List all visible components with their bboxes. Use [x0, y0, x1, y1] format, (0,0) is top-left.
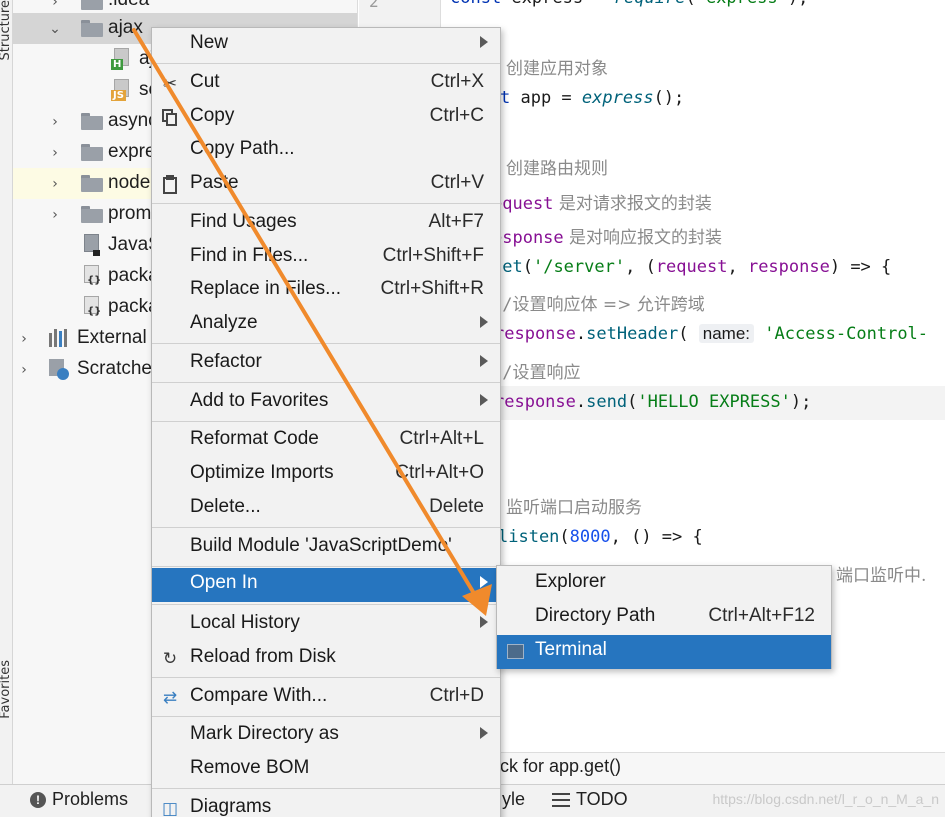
menu-item-open-in[interactable]: Open In [152, 568, 500, 602]
folder-icon [81, 113, 103, 130]
menu-item-new[interactable]: New [152, 28, 500, 62]
chevron-right-icon[interactable]: › [47, 145, 63, 161]
chevron-right-icon[interactable]: › [47, 0, 63, 10]
tree-item-label: prom [108, 203, 152, 224]
code-comment: 创建应用对象 [506, 59, 608, 79]
tool-button-label: yle [502, 789, 526, 809]
chevron-right-icon[interactable]: › [16, 331, 32, 347]
chevron-right-icon[interactable]: › [47, 207, 63, 223]
menu-item-compare-with[interactable]: ⇄ Compare With... Ctrl+D [152, 681, 500, 715]
submenu-arrow-icon [480, 355, 488, 367]
folder-icon [81, 20, 103, 37]
todo-tool-button[interactable]: TODO [552, 789, 628, 810]
problems-tool-button[interactable]: ! Problems [30, 789, 128, 810]
problems-label: Problems [52, 789, 129, 809]
scratches-icon [49, 359, 71, 381]
menu-item-copy[interactable]: Copy Ctrl+C [152, 101, 500, 135]
submenu-arrow-icon [480, 394, 488, 406]
favorites-tool-tab[interactable]: Favorites [0, 660, 13, 719]
folder-icon [81, 144, 103, 161]
chevron-right-icon[interactable]: › [47, 114, 63, 130]
submenu-item-directory-path[interactable]: Directory Path Ctrl+Alt+F12 [497, 601, 831, 635]
menu-item-copy-path[interactable]: Copy Path... [152, 134, 500, 168]
scissors-icon: ✂ [162, 74, 178, 94]
structure-tool-tab[interactable]: Structure [0, 0, 13, 60]
editor-breadcrumb[interactable]: ck for app.get() [442, 752, 945, 784]
copy-icon [160, 108, 180, 128]
tree-item-label: expre [108, 141, 156, 162]
js-file-icon: JS [111, 79, 131, 101]
folder-icon [81, 175, 103, 192]
menu-item-reformat-code[interactable]: Reformat Code Ctrl+Alt+L [152, 424, 500, 458]
compare-arrows-icon: ⇄ [162, 688, 178, 708]
code-line: listen(8000, () => { [498, 527, 703, 547]
menu-item-optimize-imports[interactable]: Optimize Imports Ctrl+Alt+O [152, 458, 500, 492]
menu-item-paste[interactable]: Paste Ctrl+V [152, 168, 500, 202]
folder-icon [81, 0, 103, 10]
chevron-down-icon[interactable]: ⌄ [47, 21, 63, 37]
code-comment: 监听端口启动服务 [506, 498, 642, 518]
tree-item-label: ajax [108, 17, 143, 38]
file-icon [81, 234, 101, 256]
submenu-arrow-icon [480, 36, 488, 48]
tree-item-label: Scratche [77, 358, 152, 379]
chevron-right-icon[interactable]: › [16, 362, 32, 378]
html-file-icon: H [111, 48, 131, 70]
code-line: //设置响应体 => 允许跨域 [492, 295, 705, 315]
code-line: const express = require('express'); [450, 0, 808, 8]
menu-item-add-to-favorites[interactable]: Add to Favorites [152, 386, 500, 420]
tree-item-label: node [108, 172, 151, 193]
menu-item-build-module[interactable]: Build Module 'JavaScriptDemo' [152, 531, 500, 565]
submenu-arrow-icon [480, 576, 488, 588]
code-line: t app = express(); [500, 88, 685, 108]
open-in-submenu: Explorer Directory Path Ctrl+Alt+F12 Term… [496, 565, 832, 669]
menu-item-replace-in-files[interactable]: Replace in Files... Ctrl+Shift+R [152, 274, 500, 308]
parameter-hint: name: [698, 324, 755, 343]
submenu-arrow-icon [480, 316, 488, 328]
reload-icon: ↻ [162, 649, 178, 669]
submenu-item-explorer[interactable]: Explorer [497, 567, 831, 601]
menu-item-find-in-files[interactable]: Find in Files... Ctrl+Shift+F [152, 241, 500, 275]
menu-item-remove-bom[interactable]: Remove BOM [152, 753, 500, 787]
library-icon [49, 329, 71, 347]
json-file-icon: {} [81, 265, 101, 287]
terminal-icon [507, 644, 524, 659]
menu-item-analyze[interactable]: Analyze [152, 308, 500, 342]
diagram-icon: ◫ [161, 799, 179, 817]
submenu-arrow-icon [480, 727, 488, 739]
folder-icon [81, 206, 103, 223]
code-line: esponse 是对响应报文的封装 [492, 228, 723, 248]
problems-icon: ! [30, 791, 46, 808]
menu-item-refactor[interactable]: Refactor [152, 347, 500, 381]
breadcrumb-text[interactable]: ck for app.get() [500, 756, 621, 777]
json-file-icon: {} [81, 296, 101, 318]
menu-item-find-usages[interactable]: Find Usages Alt+F7 [152, 207, 500, 241]
menu-item-mark-directory-as[interactable]: Mark Directory as [152, 719, 500, 753]
menu-item-diagrams[interactable]: ◫ Diagrams [152, 792, 500, 817]
menu-item-reload-from-disk[interactable]: ↻ Reload from Disk [152, 642, 500, 676]
code-comment: 端口监听中. [836, 566, 927, 586]
menu-item-delete[interactable]: Delete... Delete [152, 492, 500, 526]
code-comment: 创建路由规则 [506, 159, 608, 179]
todo-label: TODO [576, 789, 628, 809]
left-tool-stripe: Structure Favorites [0, 0, 13, 785]
menu-item-cut[interactable]: ✂ Cut Ctrl+X [152, 67, 500, 101]
submenu-item-terminal[interactable]: Terminal [497, 635, 831, 669]
code-line: response.send('HELLO EXPRESS'); [494, 392, 812, 412]
submenu-arrow-icon [480, 616, 488, 628]
line-number: 2 [369, 0, 379, 11]
menu-item-local-history[interactable]: Local History [152, 608, 500, 642]
todo-icon [552, 792, 570, 807]
context-menu: New ✂ Cut Ctrl+X Copy Ctrl+C Copy Path... … [151, 27, 501, 817]
watermark: https://blog.csdn.net/l_r_o_n_M_a_n [712, 791, 940, 807]
code-line: equest 是对请求报文的封装 [492, 194, 712, 214]
tree-item-label: External [77, 327, 147, 348]
chevron-right-icon[interactable]: › [47, 176, 63, 192]
clipboard-icon [160, 175, 180, 195]
code-line: response.setHeader( name: 'Access-Contro… [494, 324, 929, 344]
code-line: get('/server', (request, response) => { [492, 257, 892, 277]
code-line: //设置响应 [492, 363, 581, 383]
tree-item-label: .idea [108, 0, 149, 11]
terminal-style-tool-button[interactable]: yle [502, 789, 525, 810]
